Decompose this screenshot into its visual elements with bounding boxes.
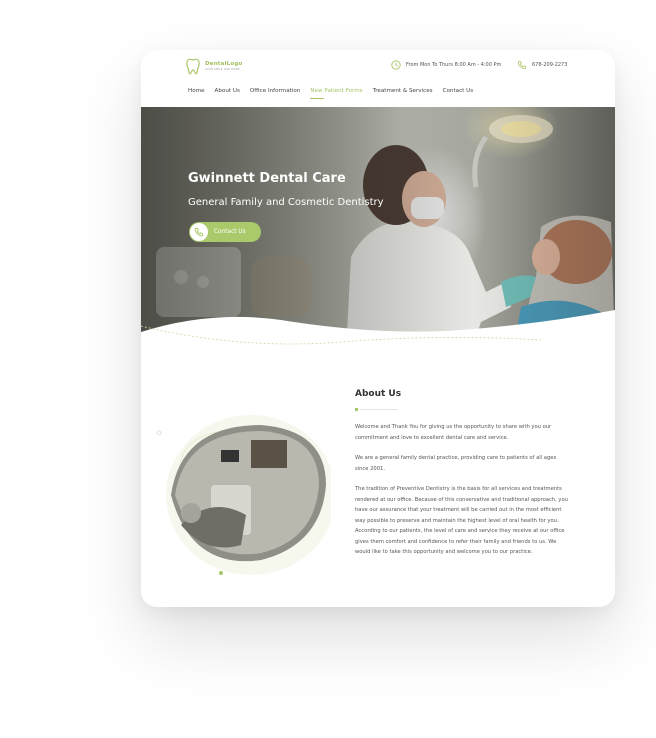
top-bar: DentalLogo YOUR SMILE OUR PRIDE From Mon… [141, 50, 615, 99]
about-us-heading: About Us [355, 389, 402, 399]
contact-us-button[interactable]: Contact Us [189, 222, 261, 242]
about-paragraph: The tradition of Preventive Dentistry is… [355, 486, 568, 555]
nav-new-patient-forms[interactable]: New Patient Forms [310, 88, 363, 99]
hero-bottom-wave [141, 310, 615, 360]
about-paragraph: Welcome and Thank You for giving us the … [355, 424, 552, 441]
phone-number[interactable]: 678-209-2273 [517, 60, 567, 70]
hero-title: Gwinnett Dental Care [188, 171, 346, 186]
hours-text: From Mon To Thurs 8:00 Am - 4:00 Pm [406, 62, 502, 68]
nav-about-us[interactable]: About Us [215, 88, 240, 99]
nav-treatment-services[interactable]: Treatment & Services [373, 88, 433, 99]
contact-us-button-label: Contact Us [214, 229, 246, 235]
office-hours: From Mon To Thurs 8:00 Am - 4:00 Pm [391, 60, 501, 70]
about-paragraph: We are a general family dental practice,… [355, 455, 557, 472]
phone-icon [517, 61, 526, 70]
phone-text: 678-209-2273 [532, 62, 568, 68]
heading-underline [355, 408, 399, 411]
nav-contact-us[interactable]: Contact Us [443, 88, 474, 99]
website-preview-card: DentalLogo YOUR SMILE OUR PRIDE From Mon… [141, 50, 615, 607]
logo-tagline: YOUR SMILE OUR PRIDE [205, 67, 240, 71]
main-nav: Home About Us Office Information New Pat… [188, 88, 483, 99]
office-photo-blob [156, 415, 331, 575]
logo[interactable]: DentalLogo YOUR SMILE OUR PRIDE [185, 58, 242, 76]
phone-icon [190, 223, 208, 241]
tooth-logo-icon [186, 58, 200, 75]
hero-subtitle: General Family and Cosmetic Dentistry [188, 197, 384, 208]
about-us-text: Welcome and Thank You for giving us the … [355, 422, 569, 568]
nav-office-information[interactable]: Office Information [250, 88, 301, 99]
clock-icon [391, 60, 401, 70]
nav-home[interactable]: Home [188, 88, 205, 99]
